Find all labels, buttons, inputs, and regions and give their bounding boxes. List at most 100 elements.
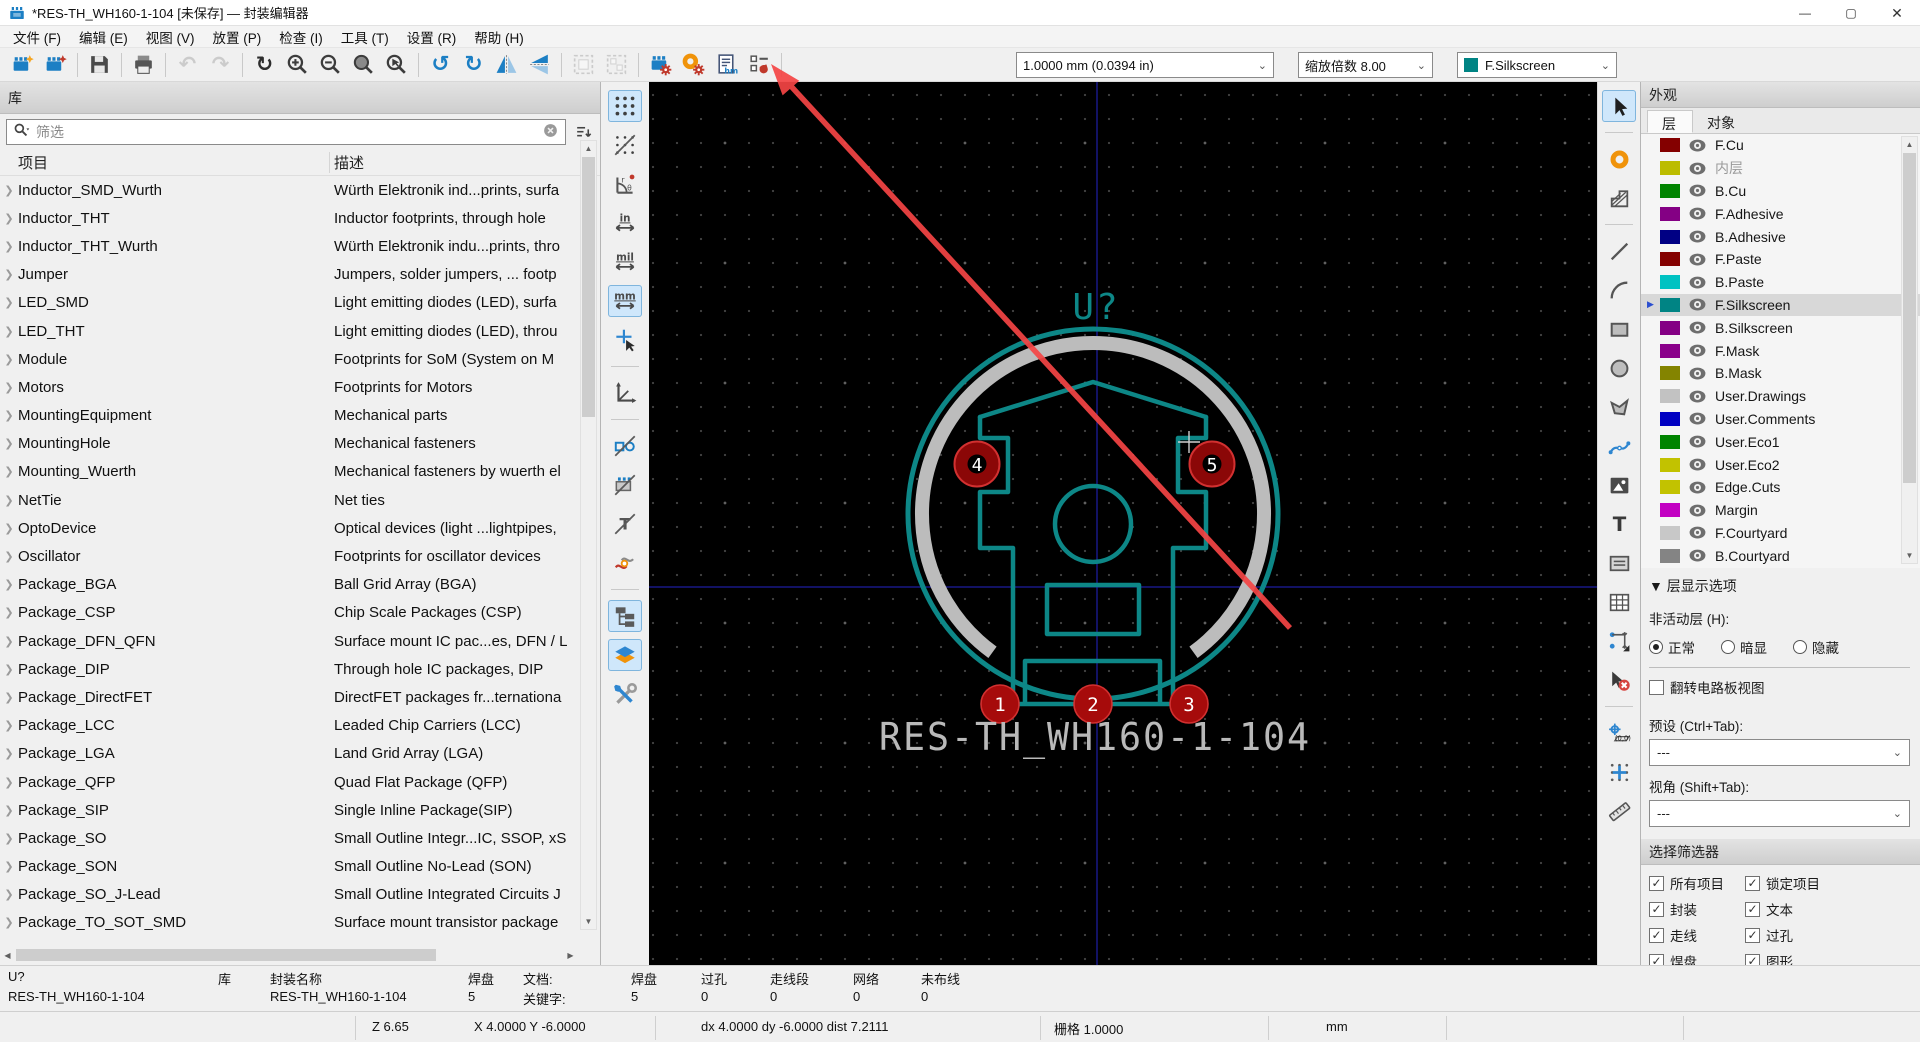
visibility-eye-icon[interactable] bbox=[1688, 297, 1707, 312]
library-row-Inductor_THT[interactable]: ❯Inductor_THTInductor footprints, throug… bbox=[0, 204, 580, 232]
zoom-out-button[interactable] bbox=[314, 50, 347, 80]
library-row-MountingHole[interactable]: ❯MountingHoleMechanical fasteners bbox=[0, 430, 580, 458]
visibility-eye-icon[interactable] bbox=[1688, 206, 1707, 221]
library-row-Inductor_THT_Wurth[interactable]: ❯Inductor_THT_WurthWürth Elektronik indu… bbox=[0, 232, 580, 260]
layer-color-swatch[interactable] bbox=[1660, 526, 1680, 540]
anchor-origin-button[interactable]: (0,0) bbox=[1602, 717, 1636, 749]
grid-size-select[interactable]: 1.0000 mm (0.0394 in)⌄ bbox=[1016, 52, 1274, 78]
visibility-eye-icon[interactable] bbox=[1688, 275, 1707, 290]
expand-chevron-icon[interactable]: ❯ bbox=[0, 888, 18, 901]
grid-origin-button[interactable] bbox=[1602, 756, 1636, 788]
column-description[interactable]: 描述 bbox=[330, 152, 600, 173]
layer-row-B.Paste[interactable]: B.Paste bbox=[1641, 271, 1920, 294]
new-footprint-wizard-button[interactable] bbox=[39, 50, 72, 80]
library-row-Package_DIP[interactable]: ❯Package_DIPThrough hole IC packages, DI… bbox=[0, 655, 580, 683]
expand-chevron-icon[interactable]: ❯ bbox=[0, 465, 18, 478]
menu-item-6[interactable]: 设置 (R) bbox=[398, 26, 466, 48]
redo-button[interactable]: ↷ bbox=[204, 50, 237, 80]
visibility-eye-icon[interactable] bbox=[1688, 503, 1707, 518]
expand-chevron-icon[interactable]: ❯ bbox=[0, 296, 18, 309]
draw-circle-button[interactable] bbox=[1602, 352, 1636, 384]
expand-chevron-icon[interactable]: ❯ bbox=[0, 437, 18, 450]
tab-对象[interactable]: 对象 bbox=[1693, 110, 1751, 133]
layer-color-swatch[interactable] bbox=[1660, 503, 1680, 517]
layer-row-F.Paste[interactable]: F.Paste bbox=[1641, 248, 1920, 271]
group-button[interactable] bbox=[567, 50, 600, 80]
layer-row-User.Drawings[interactable]: User.Drawings bbox=[1641, 385, 1920, 408]
radio-暗显[interactable]: 暗显 bbox=[1721, 637, 1767, 657]
layer-row-Edge.Cuts[interactable]: Edge.Cuts bbox=[1641, 476, 1920, 499]
ungroup-button[interactable] bbox=[600, 50, 633, 80]
menu-item-2[interactable]: 视图 (V) bbox=[137, 26, 204, 48]
undo-button[interactable]: ↶ bbox=[171, 50, 204, 80]
draw-bezier-button[interactable] bbox=[1602, 430, 1636, 462]
expand-chevron-icon[interactable]: ❯ bbox=[0, 860, 18, 873]
sketch-footprints-button[interactable] bbox=[608, 469, 642, 501]
layer-row-B.Courtyard[interactable]: B.Courtyard bbox=[1641, 544, 1920, 567]
visibility-eye-icon[interactable] bbox=[1688, 411, 1707, 426]
maximize-button[interactable]: ▢ bbox=[1828, 0, 1874, 26]
polar-coordinates-button[interactable]: rθ bbox=[608, 168, 642, 200]
flip-board-checkbox[interactable]: 翻转电路板视图 bbox=[1649, 677, 1910, 697]
units-mm-button[interactable]: mm bbox=[608, 285, 642, 317]
radio-隐藏[interactable]: 隐藏 bbox=[1793, 637, 1839, 657]
library-row-Package_TO_SOT_SMD[interactable]: ❯Package_TO_SOT_SMDSurface mount transis… bbox=[0, 909, 580, 937]
library-row-Module[interactable]: ❯ModuleFootprints for SoM (System on M bbox=[0, 345, 580, 373]
library-row-Inductor_SMD_Wurth[interactable]: ❯Inductor_SMD_WurthWürth Elektronik ind.… bbox=[0, 176, 580, 204]
silkscreen-body[interactable] bbox=[980, 382, 1206, 704]
add-rule-area-button[interactable] bbox=[1602, 182, 1636, 214]
visibility-eye-icon[interactable] bbox=[1688, 320, 1707, 335]
layer-row-F.Cu[interactable]: F.Cu bbox=[1641, 134, 1920, 157]
expand-chevron-icon[interactable]: ❯ bbox=[0, 635, 18, 648]
draw-rectangle-button[interactable] bbox=[1602, 313, 1636, 345]
library-row-OptoDevice[interactable]: ❯OptoDeviceOptical devices (light ...lig… bbox=[0, 514, 580, 542]
layer-display-options-title[interactable]: ▼ 层显示选项 bbox=[1649, 576, 1910, 596]
library-row-Package_SO_J-Lead[interactable]: ❯Package_SO_J-LeadSmall Outline Integrat… bbox=[0, 881, 580, 909]
library-row-LED_THT[interactable]: ❯LED_THTLight emitting diodes (LED), thr… bbox=[0, 317, 580, 345]
layer-color-swatch[interactable] bbox=[1660, 161, 1680, 175]
layer-color-swatch[interactable] bbox=[1660, 366, 1680, 380]
layer-color-swatch[interactable] bbox=[1660, 549, 1680, 563]
library-row-LED_SMD[interactable]: ❯LED_SMDLight emitting diodes (LED), sur… bbox=[0, 289, 580, 317]
menu-item-5[interactable]: 工具 (T) bbox=[332, 26, 398, 48]
print-button[interactable] bbox=[127, 50, 160, 80]
library-row-Package_SO[interactable]: ❯Package_SOSmall Outline Integr...IC, SS… bbox=[0, 824, 580, 852]
layer-color-swatch[interactable] bbox=[1660, 298, 1680, 312]
visibility-eye-icon[interactable] bbox=[1688, 389, 1707, 404]
expand-chevron-icon[interactable]: ❯ bbox=[0, 353, 18, 366]
mirror-vertical-button[interactable] bbox=[490, 50, 523, 80]
column-items[interactable]: 项目 bbox=[0, 152, 330, 173]
layer-color-swatch[interactable] bbox=[1660, 458, 1680, 472]
add-dimension-button[interactable] bbox=[1602, 625, 1636, 657]
visibility-eye-icon[interactable] bbox=[1688, 252, 1707, 267]
draw-polygon-button[interactable] bbox=[1602, 391, 1636, 423]
library-horizontal-scrollbar[interactable]: ◀ ▶ bbox=[0, 948, 580, 963]
active-layer-select[interactable]: F.Silkscreen⌄ bbox=[1457, 52, 1617, 78]
visibility-eye-icon[interactable] bbox=[1688, 138, 1707, 153]
expand-chevron-icon[interactable]: ❯ bbox=[0, 212, 18, 225]
expand-chevron-icon[interactable]: ❯ bbox=[0, 409, 18, 422]
library-row-Package_QFP[interactable]: ❯Package_QFPQuad Flat Package (QFP) bbox=[0, 768, 580, 796]
menu-item-1[interactable]: 编辑 (E) bbox=[70, 26, 137, 48]
save-button[interactable] bbox=[83, 50, 116, 80]
layer-color-swatch[interactable] bbox=[1660, 275, 1680, 289]
grid-override-button[interactable] bbox=[608, 129, 642, 161]
layer-row-F.Courtyard[interactable]: F.Courtyard bbox=[1641, 522, 1920, 545]
footprint-tree-button[interactable] bbox=[608, 600, 642, 632]
filter-checkbox-锁定项目[interactable]: ✓锁定项目 bbox=[1745, 873, 1920, 893]
layer-color-swatch[interactable] bbox=[1660, 480, 1680, 494]
library-row-NetTie[interactable]: ❯NetTieNet ties bbox=[0, 486, 580, 514]
reference-text[interactable]: U? bbox=[1072, 287, 1119, 328]
library-row-Package_DirectFET[interactable]: ❯Package_DirectFETDirectFET packages fr.… bbox=[0, 683, 580, 711]
expand-chevron-icon[interactable]: ❯ bbox=[0, 184, 18, 197]
layer-color-swatch[interactable] bbox=[1660, 435, 1680, 449]
layer-row-User.Eco1[interactable]: User.Eco1 bbox=[1641, 430, 1920, 453]
pad-4[interactable]: 4 bbox=[955, 442, 1000, 487]
mirror-horizontal-button[interactable] bbox=[523, 50, 556, 80]
expand-chevron-icon[interactable]: ❯ bbox=[0, 916, 18, 929]
zoom-selection-button[interactable] bbox=[380, 50, 413, 80]
properties-manager-button[interactable] bbox=[608, 678, 642, 710]
expand-chevron-icon[interactable]: ❯ bbox=[0, 776, 18, 789]
library-row-Package_DFN_QFN[interactable]: ❯Package_DFN_QFNSurface mount IC pac...e… bbox=[0, 627, 580, 655]
minimize-button[interactable]: — bbox=[1782, 0, 1828, 26]
